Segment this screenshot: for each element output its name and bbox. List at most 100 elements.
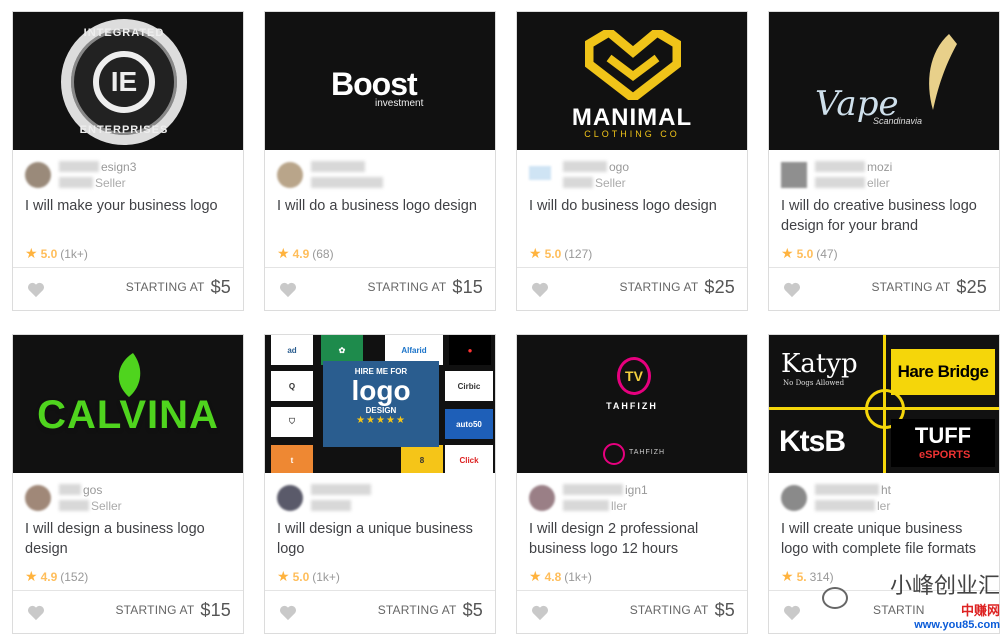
rating: ★ 4.9 (68)	[277, 245, 334, 261]
mini-logo: ⛉	[271, 407, 313, 437]
avatar[interactable]	[529, 166, 551, 180]
gig-title[interactable]: I will do business logo design	[529, 196, 737, 216]
seller-name[interactable]: gos	[83, 483, 102, 497]
mini-logo: Click	[445, 445, 493, 473]
gig-thumbnail[interactable]: INTEGRATED IE ENTERPRISES	[13, 12, 243, 150]
avatar[interactable]	[781, 485, 807, 511]
gig-card[interactable]: MANIMAL CLOTHING CO ogo Seller I will do…	[516, 11, 748, 311]
logo-text: Hare Bridge	[891, 349, 995, 395]
gig-card[interactable]: Vape Scandinavia mozi eller I will do cr…	[768, 11, 1000, 311]
watermark: 小峰创业汇 中赚网 www.you85.com	[890, 568, 1000, 631]
seller-info[interactable]: gos Seller	[25, 481, 225, 513]
logo-mark: TV	[617, 357, 651, 395]
gig-thumbnail[interactable]: ad ✿ Alfarid ● Q Cirbic ⛉ auto50 t 8 Cli…	[265, 335, 495, 473]
seller-info[interactable]	[277, 158, 477, 188]
starting-price: STARTING AT $5	[629, 600, 735, 620]
hire-banner: HIRE ME FOR logo DESIGN ★★★★★	[323, 361, 439, 447]
seller-level: eller	[867, 176, 890, 190]
seller-name[interactable]: ogo	[609, 160, 629, 174]
heart-icon[interactable]	[279, 282, 297, 298]
starting-price: STARTING AT $5	[125, 277, 231, 297]
price: $5	[462, 600, 483, 620]
logo-text: CALVINA	[37, 393, 219, 437]
star-icon: ★	[781, 245, 794, 261]
logo-text: TAHFIZH	[606, 401, 658, 411]
gig-thumbnail[interactable]: MANIMAL CLOTHING CO	[517, 12, 747, 150]
gig-thumbnail[interactable]: Katyp No Dogs Allowed Hare Bridge KtsB T…	[769, 335, 999, 473]
logo-text: Katyp	[781, 349, 858, 379]
star-icon: ★	[25, 568, 38, 584]
rating: ★ 4.9 (152)	[25, 568, 89, 584]
starting-price: STARTING AT $25	[871, 277, 987, 297]
logo-seal: INTEGRATED IE ENTERPRISES	[61, 19, 187, 145]
price: $25	[704, 277, 735, 297]
starting-price: STARTING AT $25	[619, 277, 735, 297]
star-icon: ★	[781, 568, 794, 584]
starting-price: STARTING AT $5	[377, 600, 483, 620]
gig-title[interactable]: I will create unique business logo with …	[781, 519, 989, 559]
feather-icon	[929, 34, 957, 110]
seller-level: Seller	[91, 499, 122, 513]
gig-card[interactable]: ad ✿ Alfarid ● Q Cirbic ⛉ auto50 t 8 Cli…	[264, 334, 496, 634]
logo-text: MANIMAL	[571, 104, 693, 131]
rating: ★ 4.8 (1k+)	[529, 568, 592, 584]
heart-icon[interactable]	[279, 605, 297, 621]
gig-title[interactable]: I will design a business logo design	[25, 519, 233, 559]
avatar[interactable]	[781, 162, 807, 188]
seller-name[interactable]: mozi	[867, 160, 892, 174]
mini-logo: Cirbic	[445, 371, 493, 401]
price: $15	[452, 277, 483, 297]
avatar[interactable]	[529, 485, 555, 511]
rating: ★ 5.0 (127)	[529, 245, 593, 261]
gig-title[interactable]: I will design 2 professional business lo…	[529, 519, 737, 559]
seller-name[interactable]: ht	[881, 483, 891, 497]
seller-info[interactable]: mozi eller	[781, 158, 981, 190]
mini-logo: auto50	[445, 409, 493, 439]
star-icon: ★	[277, 568, 290, 584]
star-icon: ★	[529, 245, 542, 261]
logo-text: KtsB	[779, 425, 846, 458]
leaf-icon	[118, 353, 141, 397]
gig-title[interactable]: I will design a unique business logo	[277, 519, 485, 559]
gig-card[interactable]: INTEGRATED IE ENTERPRISES esign3 Seller …	[12, 11, 244, 311]
price: $15	[200, 600, 231, 620]
avatar[interactable]	[25, 162, 51, 188]
watermark-badge: 中赚网	[960, 603, 1000, 618]
heart-icon[interactable]	[27, 282, 45, 298]
seller-info[interactable]: ogo Seller	[529, 158, 729, 190]
heart-icon[interactable]	[531, 282, 549, 298]
gig-thumbnail[interactable]: TV TAHFIZH TAHFIZH	[517, 335, 747, 473]
gig-title[interactable]: I will do creative business logo design …	[781, 196, 989, 236]
gig-card[interactable]: Boost investment I will do a business lo…	[264, 11, 496, 311]
gig-title[interactable]: I will make your business logo	[25, 196, 233, 216]
gig-card[interactable]: TV TAHFIZH TAHFIZH ign1 ller I will desi…	[516, 334, 748, 634]
heart-icon[interactable]	[27, 605, 45, 621]
mini-logo: ad	[271, 335, 313, 365]
heart-icon[interactable]	[531, 605, 549, 621]
avatar[interactable]	[25, 485, 51, 511]
seller-info[interactable]	[277, 481, 477, 511]
logo-mark	[585, 30, 681, 100]
gig-thumbnail[interactable]: Vape Scandinavia	[769, 12, 999, 150]
seller-info[interactable]: ht ler	[781, 481, 981, 513]
seller-info[interactable]: ign1 ller	[529, 481, 729, 513]
rating: ★ 5. 314)	[781, 568, 834, 584]
gig-card[interactable]: CALVINA gos Seller I will design a busin…	[12, 334, 244, 634]
seller-name[interactable]: ign1	[625, 483, 648, 497]
seller-info[interactable]: esign3 Seller	[25, 158, 225, 190]
gig-title[interactable]: I will do a business logo design	[277, 196, 485, 216]
avatar[interactable]	[277, 485, 303, 511]
wechat-icon	[822, 587, 848, 609]
mini-logo: Q	[271, 371, 313, 401]
mini-logo: ●	[449, 335, 491, 365]
gig-thumbnail[interactable]: CALVINA	[13, 335, 243, 473]
seller-name[interactable]: esign3	[101, 160, 136, 174]
gig-thumbnail[interactable]: Boost investment	[265, 12, 495, 150]
heart-icon[interactable]	[783, 605, 801, 621]
watermark-url: www.you85.com	[914, 619, 1000, 631]
price: $5	[210, 277, 231, 297]
heart-icon[interactable]	[783, 282, 801, 298]
avatar[interactable]	[277, 162, 303, 188]
star-icon: ★	[529, 568, 542, 584]
logo-mark-small	[603, 443, 625, 465]
